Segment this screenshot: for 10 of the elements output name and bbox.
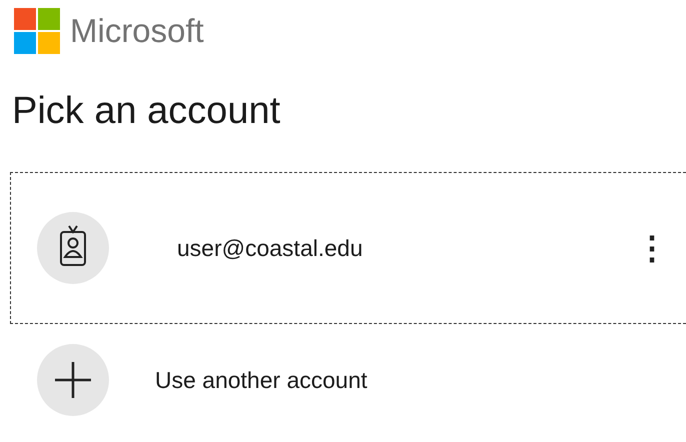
- logo-icon: [14, 8, 60, 54]
- item-label: Use another account: [155, 366, 368, 394]
- page-title: Pick an account: [11, 89, 282, 134]
- add-icon: [37, 344, 109, 416]
- account-item[interactable]: Use another account: [10, 324, 686, 436]
- more-menu-button[interactable]: ⋮: [636, 229, 668, 267]
- brand-name: Microsoft: [70, 12, 204, 50]
- account-item[interactable]: user@coastal.edu ⋮: [10, 172, 686, 324]
- badge-icon: [37, 212, 109, 284]
- item-label: user@coastal.edu: [177, 234, 364, 262]
